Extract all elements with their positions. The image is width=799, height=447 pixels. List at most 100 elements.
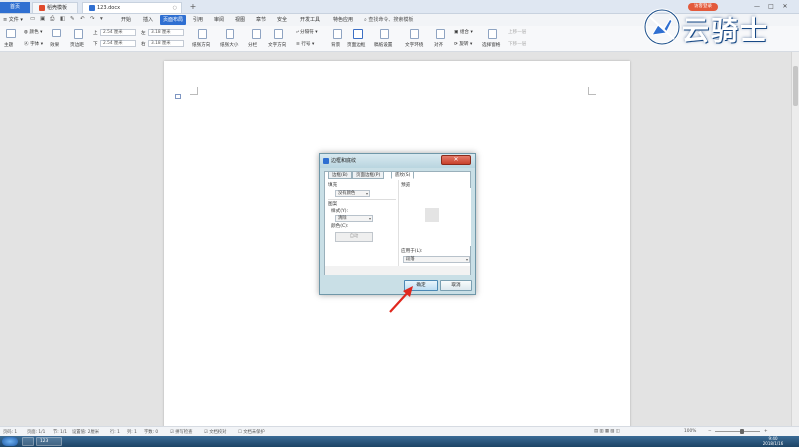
tab-shading[interactable]: 底纹(S) bbox=[391, 171, 415, 179]
dialog-bottom-strip bbox=[325, 266, 470, 275]
theme-button[interactable]: 主题 bbox=[4, 42, 13, 48]
orientation-button[interactable]: 纸张方向 bbox=[192, 42, 210, 48]
menu-review[interactable]: 审阅 bbox=[211, 15, 227, 25]
effects-icon[interactable] bbox=[52, 29, 61, 37]
view-mode-icons[interactable]: ▤ ▥ ▦ ▧ ◫ bbox=[594, 429, 620, 434]
columns-button[interactable]: 分栏 bbox=[248, 42, 257, 48]
background-icon[interactable] bbox=[333, 29, 342, 39]
spell-check-button[interactable]: ☑ 拼写检查 bbox=[170, 429, 192, 435]
orientation-icon[interactable] bbox=[198, 29, 207, 39]
tab-home[interactable]: 首页 bbox=[0, 2, 30, 13]
draft-paper-icon[interactable] bbox=[380, 29, 389, 39]
start-button[interactable] bbox=[2, 437, 18, 446]
customize-toolbar-icon[interactable]: ▾ bbox=[100, 16, 103, 22]
text-direction-icon[interactable] bbox=[274, 29, 283, 39]
menu-security[interactable]: 安全 bbox=[274, 15, 290, 25]
zoom-in-icon[interactable]: + bbox=[764, 429, 768, 434]
fill-color-select[interactable]: 没有颜色 ▾ bbox=[335, 190, 370, 197]
menu-insert[interactable]: 插入 bbox=[140, 15, 156, 25]
status-col: 列: 1 bbox=[127, 430, 137, 435]
menu-developer[interactable]: 开发工具 bbox=[297, 15, 323, 25]
zoom-slider-thumb[interactable] bbox=[740, 429, 744, 434]
paper-size-button[interactable]: 纸张大小 bbox=[220, 42, 238, 48]
tab-borders[interactable]: 边框(B) bbox=[328, 171, 352, 179]
page-border-icon[interactable] bbox=[353, 29, 363, 39]
group-label: 组合 bbox=[459, 30, 470, 35]
page-border-button[interactable]: 页面边框 bbox=[347, 42, 365, 48]
command-search[interactable]: ⌕ 查找命令、搜索模板 bbox=[364, 15, 413, 25]
text-wrap-icon[interactable] bbox=[410, 29, 419, 39]
columns-icon[interactable] bbox=[252, 29, 261, 39]
new-tab-button[interactable]: + bbox=[188, 2, 198, 12]
text-direction-button[interactable]: 文字方向 bbox=[268, 42, 286, 48]
selection-pane-icon[interactable] bbox=[488, 29, 497, 39]
open-icon[interactable]: ▭ bbox=[30, 16, 35, 22]
theme-icon[interactable] bbox=[6, 29, 16, 38]
align-button[interactable]: 对齐 bbox=[434, 42, 443, 48]
apply-to-select[interactable]: 段落 ▾ bbox=[403, 256, 470, 263]
taskbar-wps-icon[interactable] bbox=[22, 437, 34, 446]
fill-color-value: 没有颜色 bbox=[338, 191, 356, 196]
menu-chapter[interactable]: 章节 bbox=[253, 15, 269, 25]
bring-forward-button[interactable]: 上移一层 bbox=[508, 29, 526, 35]
rotate-button[interactable]: ⟳ 旋转 ▾ bbox=[454, 41, 472, 47]
align-icon[interactable] bbox=[436, 29, 445, 39]
zoom-out-icon[interactable]: − bbox=[708, 429, 712, 434]
pattern-style-select[interactable]: 清除 ▾ bbox=[335, 215, 373, 222]
menu-view[interactable]: 视图 bbox=[232, 15, 248, 25]
cancel-button[interactable]: 取消 bbox=[440, 280, 472, 291]
protect-button[interactable]: ☐ 文档未保护 bbox=[238, 429, 265, 435]
menu-start[interactable]: 开始 bbox=[118, 15, 134, 25]
margin-right-input[interactable]: 3.18 厘米 bbox=[148, 40, 184, 47]
menu-special-apps[interactable]: 特色应用 bbox=[330, 15, 356, 25]
apply-to-value: 段落 bbox=[406, 257, 415, 262]
save-icon[interactable]: ▣ bbox=[40, 16, 45, 22]
menu-page-layout[interactable]: 页面布局 bbox=[160, 15, 187, 25]
margins-icon[interactable] bbox=[74, 29, 83, 39]
draft-paper-button[interactable]: 稿纸设置 bbox=[374, 42, 392, 48]
dialog-title-bar[interactable]: 边框和底纹 ✕ bbox=[320, 154, 475, 168]
selection-pane-button[interactable]: 选择窗格 bbox=[482, 42, 500, 48]
group-button[interactable]: ▣ 组合 ▾ bbox=[454, 29, 473, 35]
zoom-slider[interactable] bbox=[715, 431, 760, 432]
redo-icon[interactable]: ↷ bbox=[90, 16, 95, 22]
dialog-title: 边框和底纹 bbox=[331, 158, 357, 164]
undo-icon[interactable]: ↶ bbox=[80, 16, 85, 22]
colors-button[interactable]: ◍ 颜色 ▾ bbox=[24, 29, 42, 35]
margins-button[interactable]: 页边距 bbox=[70, 42, 84, 48]
paper-size-icon[interactable] bbox=[226, 29, 234, 39]
preview-icon[interactable]: ◧ bbox=[60, 16, 65, 22]
menu-reference[interactable]: 引用 bbox=[190, 15, 206, 25]
taskbar-app-123[interactable]: 123 bbox=[36, 437, 62, 446]
scrollbar-thumb[interactable] bbox=[793, 66, 798, 106]
breaks-button[interactable]: ⤶ 分隔符 ▾ bbox=[296, 29, 318, 35]
zoom-level[interactable]: 100% bbox=[684, 429, 696, 434]
fonts-button[interactable]: Ⓐ 字体 ▾ bbox=[24, 41, 43, 47]
chevron-down-icon: ▾ bbox=[368, 216, 371, 221]
tab-template-label: 稻壳模板 bbox=[47, 5, 68, 11]
margin-bottom-input[interactable]: 2.54 厘米 bbox=[100, 40, 136, 47]
clock[interactable]: 9:40 2018/1/16 bbox=[756, 436, 790, 446]
margin-left-input[interactable]: 3.18 厘米 bbox=[148, 29, 184, 36]
chevron-down-icon: ▾ bbox=[465, 257, 468, 262]
status-bar: 页码: 1 页面: 1/1 节: 1/1 设置值: 2厘米 行: 1 列: 1 … bbox=[0, 426, 799, 436]
vertical-scrollbar[interactable] bbox=[791, 52, 799, 426]
tab-template[interactable]: 稻壳模板 bbox=[32, 2, 78, 13]
effects-button[interactable]: 效果 bbox=[50, 42, 59, 48]
file-menu[interactable]: ≡ 文件 ▾ bbox=[3, 16, 23, 23]
text-wrap-button[interactable]: 文字环绕 bbox=[405, 42, 423, 48]
doc-check-button[interactable]: ☑ 文档校对 bbox=[204, 429, 226, 435]
dialog-close-button[interactable]: ✕ bbox=[441, 155, 471, 165]
group-icon: ▣ bbox=[454, 30, 459, 35]
format-painter-icon[interactable]: ✎ bbox=[70, 16, 75, 22]
dialog-app-icon bbox=[323, 158, 329, 164]
print-icon[interactable]: ⎙ bbox=[50, 16, 54, 23]
tab-page-border[interactable]: 页面边框(P) bbox=[352, 171, 385, 179]
tab-document[interactable]: 123.docx ○ bbox=[82, 2, 182, 13]
background-button[interactable]: 背景 bbox=[331, 42, 340, 48]
tab-close-icon[interactable]: ○ bbox=[173, 3, 177, 14]
margin-top-input[interactable]: 2.54 厘米 bbox=[100, 29, 136, 36]
send-backward-button[interactable]: 下移一层 bbox=[508, 41, 526, 47]
pattern-color-select[interactable]: 自动 bbox=[335, 232, 373, 242]
line-numbers-button[interactable]: ≡ 行号 ▾ bbox=[296, 41, 314, 47]
